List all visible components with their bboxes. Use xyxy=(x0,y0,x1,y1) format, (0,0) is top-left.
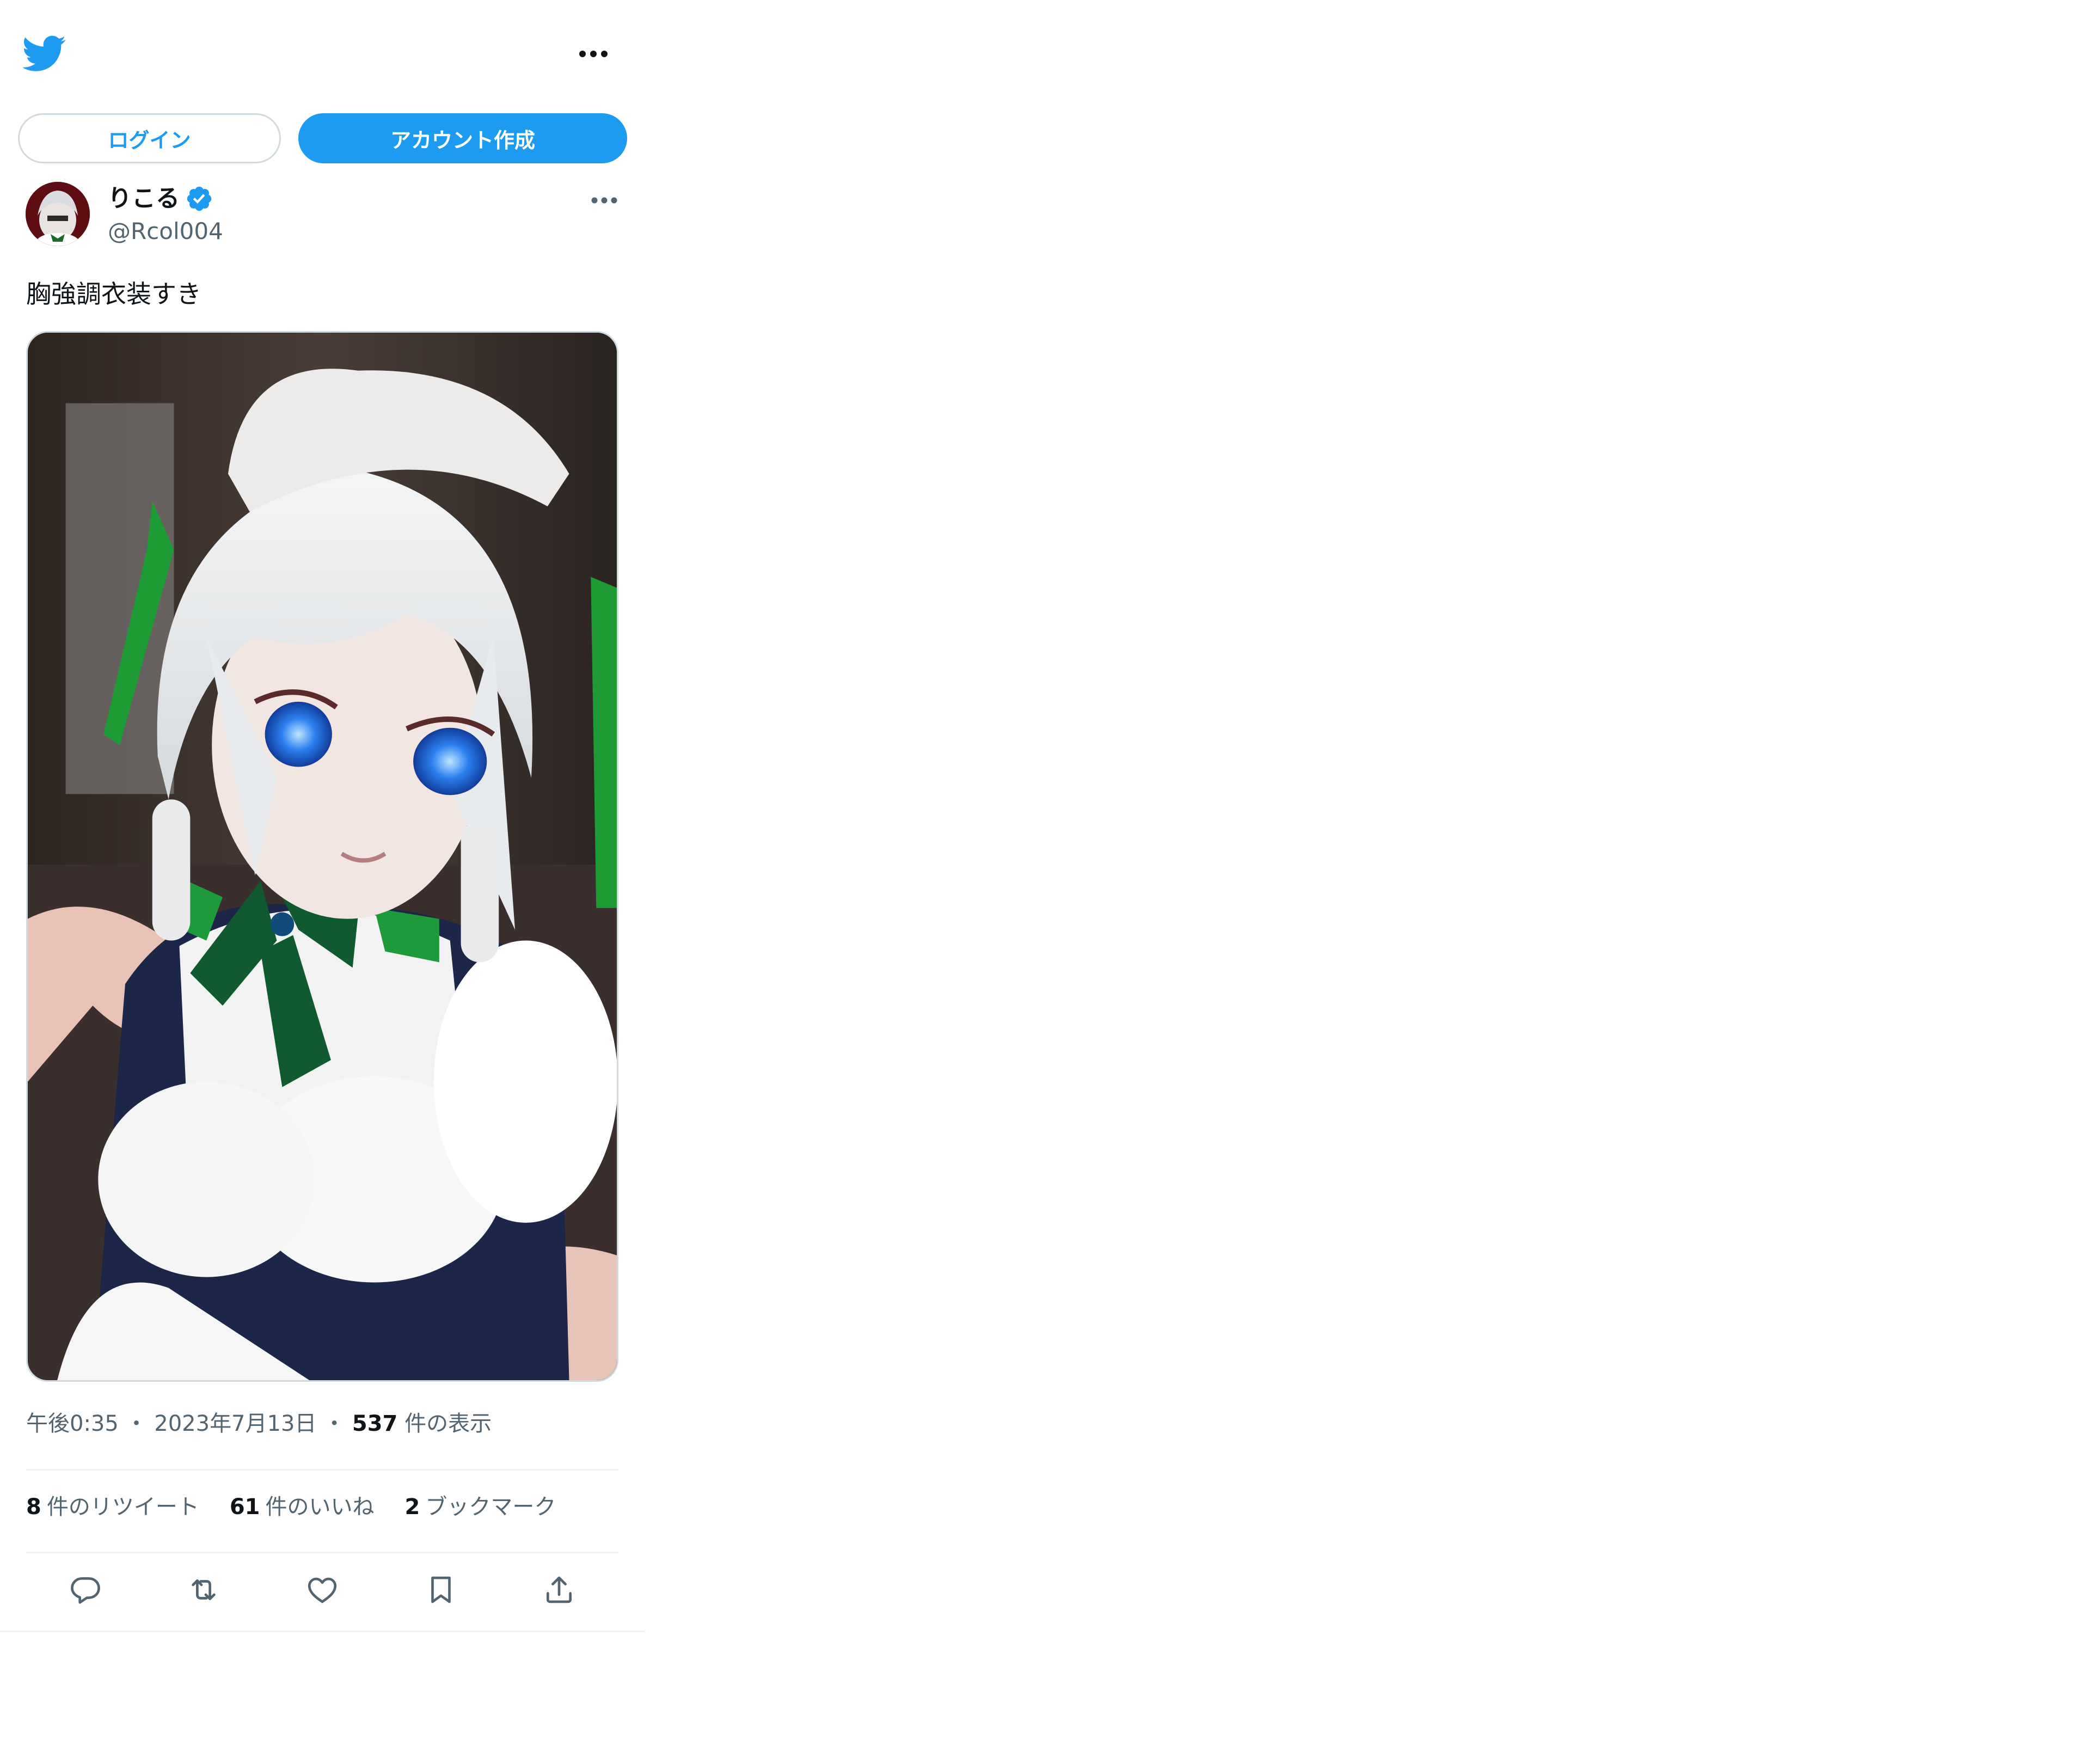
tweet-text: 胸強調衣装すき xyxy=(26,279,201,309)
meta-separator: ・ xyxy=(323,1411,346,1436)
retweets-stat[interactable]: 8 件のリツイート xyxy=(26,1489,199,1525)
views-count: 537 xyxy=(352,1411,398,1436)
bookmarks-count: 2 xyxy=(404,1494,420,1520)
retweets-count: 8 xyxy=(26,1494,41,1520)
tweet-date[interactable]: 2023年7月13日 xyxy=(154,1411,316,1436)
bookmarks-label: ブックマーク xyxy=(425,1494,556,1520)
bookmark-icon[interactable] xyxy=(416,1565,465,1614)
tweet-stats: 8 件のリツイート 61 件のいいね 2 ブックマーク xyxy=(26,1489,556,1525)
divider xyxy=(26,1469,618,1471)
likes-count: 61 xyxy=(229,1494,260,1520)
author-display-name[interactable]: りこる xyxy=(108,182,213,215)
reply-icon[interactable] xyxy=(61,1565,110,1614)
likes-label: 件のいいね xyxy=(265,1494,375,1520)
display-name-text: りこる xyxy=(108,185,180,212)
create-account-button[interactable]: アカウント作成 xyxy=(298,113,627,163)
avatar[interactable] xyxy=(26,182,90,246)
verified-badge-icon xyxy=(185,185,213,213)
bookmarks-stat[interactable]: 2 ブックマーク xyxy=(405,1489,556,1525)
meta-separator: ・ xyxy=(125,1411,148,1436)
more-horizontal-icon[interactable] xyxy=(578,46,609,62)
retweets-label: 件のリツイート xyxy=(46,1494,199,1520)
tweet-more-icon[interactable] xyxy=(591,193,618,207)
tweet-photo[interactable] xyxy=(26,331,618,1382)
tweet-time[interactable]: 午後0:35 xyxy=(26,1411,119,1436)
retweet-icon[interactable] xyxy=(179,1565,228,1614)
divider xyxy=(26,1552,618,1553)
twitter-logo-icon[interactable] xyxy=(22,32,66,75)
like-icon[interactable] xyxy=(298,1565,347,1614)
tweet-meta: 午後0:35 ・ 2023年7月13日 ・ 537 件の表示 xyxy=(26,1405,492,1443)
login-button[interactable]: ログイン xyxy=(18,113,281,163)
tweet-action-bar xyxy=(26,1557,618,1622)
share-icon[interactable] xyxy=(535,1565,584,1614)
likes-stat[interactable]: 61 件のいいね xyxy=(230,1489,375,1525)
views-label: 件の表示 xyxy=(404,1411,492,1436)
author-handle[interactable]: @Rcol004 xyxy=(108,215,223,248)
divider xyxy=(0,1631,645,1632)
